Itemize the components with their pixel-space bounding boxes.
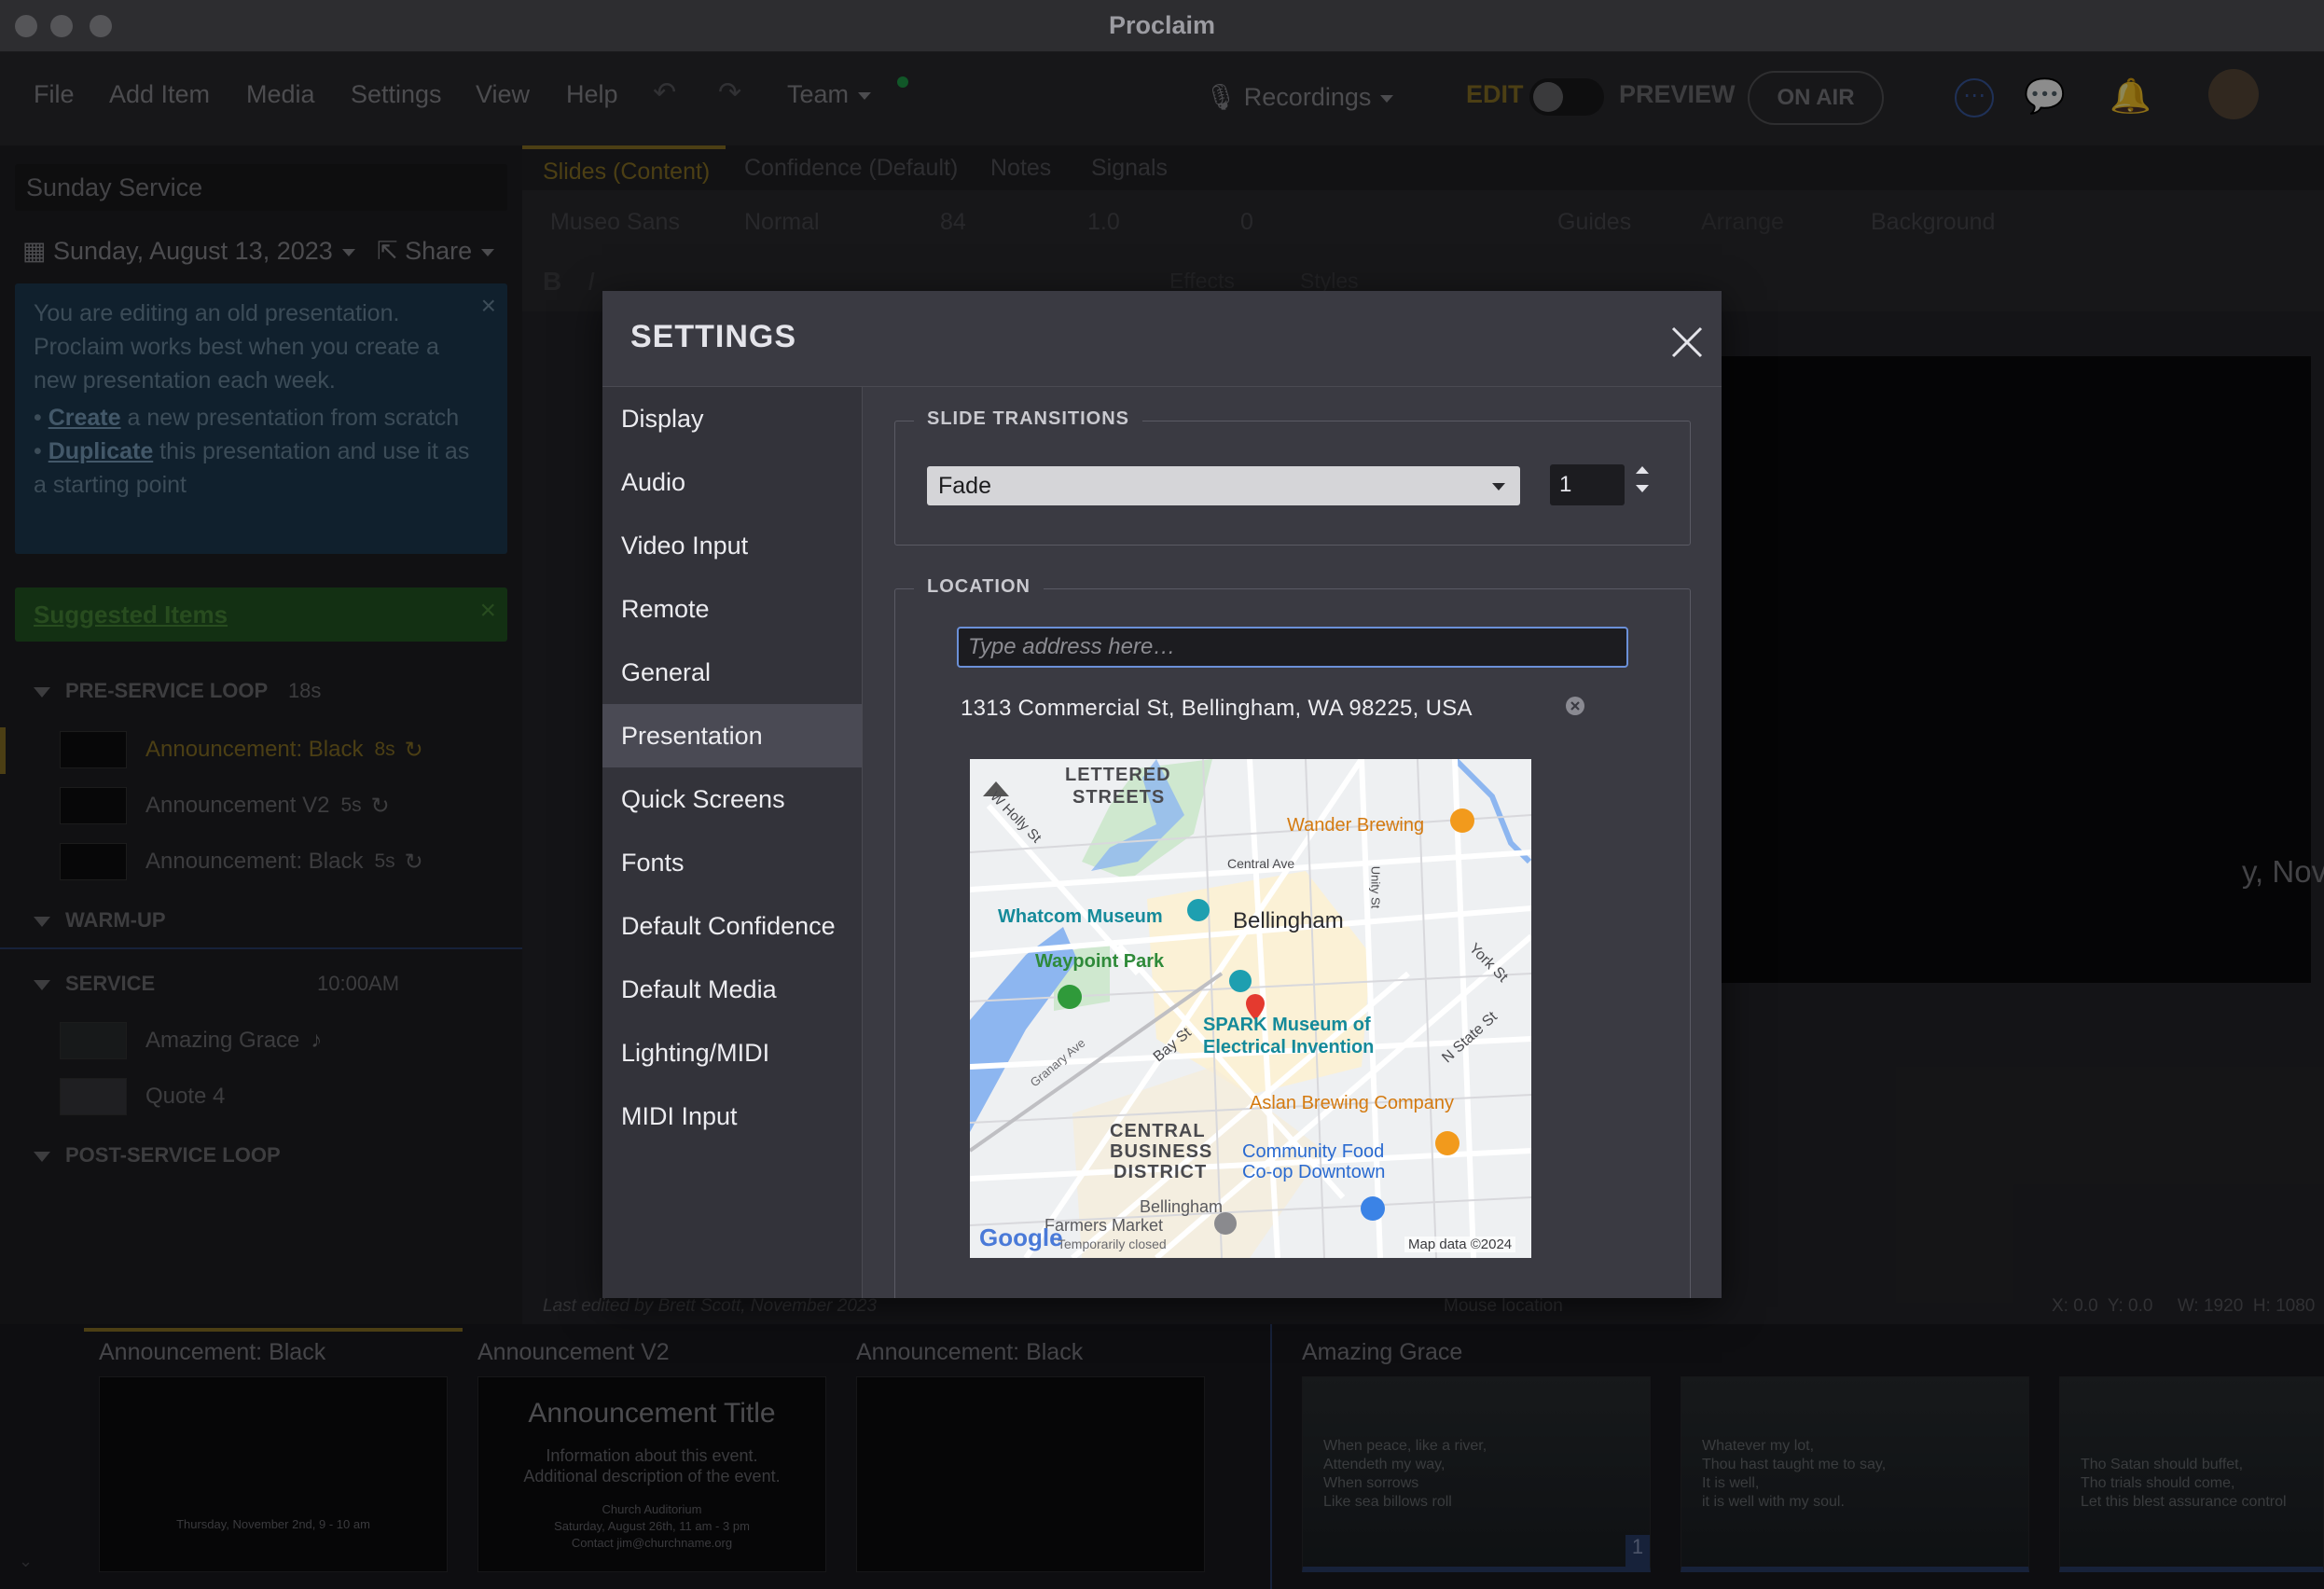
clear-icon <box>1566 697 1584 715</box>
map-label: SPARK Museum of <box>1203 1015 1371 1035</box>
transition-effect-select[interactable]: Fade <box>927 466 1520 505</box>
map-label: Whatcom Museum <box>998 906 1163 927</box>
nav-fonts[interactable]: Fonts <box>602 831 862 894</box>
nav-display[interactable]: Display <box>602 387 862 450</box>
settings-nav: Display Audio Video Input Remote General… <box>602 386 862 1298</box>
map-label: STREETS <box>1072 787 1166 808</box>
address-input[interactable] <box>957 627 1628 668</box>
map-label: Temporarily closed <box>1058 1237 1167 1251</box>
saved-address: 1313 Commercial St, Bellingham, WA 98225… <box>961 696 1473 721</box>
nav-video-input[interactable]: Video Input <box>602 514 862 577</box>
settings-dialog: SETTINGS Display Audio Video Input Remot… <box>602 291 1722 1298</box>
map-label: Bellingham <box>1233 908 1344 933</box>
map-label: CENTRAL <box>1110 1121 1206 1141</box>
nav-presentation[interactable]: Presentation <box>602 704 862 767</box>
map-label: Bellingham <box>1140 1197 1224 1216</box>
nav-quick-screens[interactable]: Quick Screens <box>602 767 862 831</box>
map-label: Central Ave <box>1227 856 1295 871</box>
dialog-title: SETTINGS <box>630 319 797 354</box>
decrement-icon[interactable] <box>1636 485 1649 492</box>
location-group: LOCATION 1313 Commercial St, Bellingham,… <box>894 576 1691 1298</box>
map-attribution: Map data ©2024 <box>1404 1237 1516 1252</box>
map-label: Electrical Invention <box>1203 1037 1375 1057</box>
title-bar: Proclaim <box>0 0 2324 52</box>
nav-default-media[interactable]: Default Media <box>602 958 862 1021</box>
map-label: Wander Brewing <box>1287 815 1425 836</box>
app-title: Proclaim <box>1108 11 1216 39</box>
transition-effect-value: Fade <box>938 472 991 499</box>
slide-transitions-legend: SLIDE TRANSITIONS <box>914 408 1143 430</box>
map-label: Waypoint Park <box>1035 951 1165 972</box>
google-logo: Google <box>979 1223 1063 1251</box>
clear-address-button[interactable] <box>1563 694 1587 718</box>
map-label: DISTRICT <box>1114 1162 1208 1182</box>
nav-default-confidence[interactable]: Default Confidence <box>602 894 862 958</box>
settings-content: SLIDE TRANSITIONS Fade 1 LOCATION 1313 C… <box>862 386 1722 1298</box>
chevron-down-icon <box>1492 483 1505 491</box>
location-legend: LOCATION <box>914 576 1044 598</box>
slide-transitions-group: SLIDE TRANSITIONS Fade 1 <box>894 408 1691 546</box>
increment-icon[interactable] <box>1636 466 1649 474</box>
map-label: Aslan Brewing Company <box>1250 1093 1454 1113</box>
nav-audio[interactable]: Audio <box>602 450 862 514</box>
map-label: LETTERED <box>1065 765 1171 785</box>
nav-general[interactable]: General <box>602 641 862 704</box>
transition-duration-field[interactable]: 1 <box>1550 464 1625 505</box>
nav-midi-input[interactable]: MIDI Input <box>602 1085 862 1148</box>
location-map[interactable]: LETTERED STREETS Wander Brewing Central … <box>970 759 1531 1258</box>
map-label: BUSINESS <box>1110 1141 1213 1162</box>
close-button[interactable] <box>1664 319 1710 366</box>
map-label: Unity St <box>1368 865 1383 909</box>
close-icon <box>1671 326 1703 358</box>
nav-remote[interactable]: Remote <box>602 577 862 641</box>
nav-lighting-midi[interactable]: Lighting/MIDI <box>602 1021 862 1085</box>
map-label: Community Food <box>1242 1141 1385 1162</box>
proclaim-window: Proclaim File Add Item Media Settings Vi… <box>0 0 2324 1589</box>
map-label: Co-op Downtown <box>1242 1162 1386 1182</box>
